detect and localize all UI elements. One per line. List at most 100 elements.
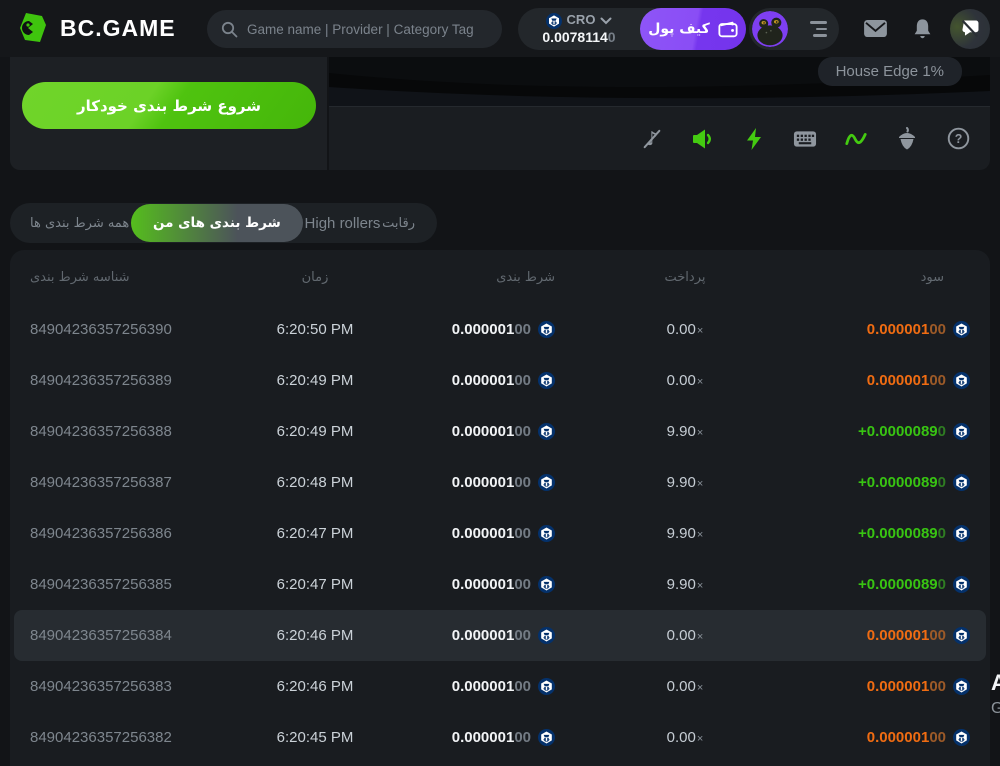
balance-selector[interactable]: CRO 0.00781140 — [518, 13, 640, 45]
bet-id: 84904236357256383 — [30, 678, 245, 695]
chat-support-icon[interactable] — [950, 9, 990, 49]
cro-coin-icon — [538, 576, 555, 593]
bet-id: 84904236357256390 — [30, 321, 245, 338]
table-row[interactable]: 84904236357256389 6:20:49 PM 0.00000100 … — [10, 355, 990, 406]
bet-profit: 0.00000100 — [815, 678, 970, 695]
tab-all-bets[interactable]: همه شرط بندی ها — [30, 216, 129, 231]
bet-time: 6:20:49 PM — [245, 423, 385, 440]
sound-icon[interactable] — [691, 127, 715, 151]
bet-amount: 0.00000100 — [385, 321, 555, 339]
cro-coin-icon — [538, 423, 555, 440]
bet-amount: 0.00000100 — [385, 576, 555, 594]
bet-payout: 9.90× — [555, 423, 815, 440]
bet-profit: +0.00000890 — [815, 423, 970, 440]
cro-coin-icon — [953, 678, 970, 695]
bet-time: 6:20:45 PM — [245, 729, 385, 746]
help-icon[interactable]: ? — [946, 127, 970, 151]
table-row[interactable]: 84904236357256386 6:20:47 PM 0.00000100 … — [10, 508, 990, 559]
bet-profit: +0.00000890 — [815, 525, 970, 542]
bet-id: 84904236357256387 — [30, 474, 245, 491]
bet-profit: 0.00000100 — [815, 372, 970, 389]
bet-id: 84904236357256385 — [30, 576, 245, 593]
bet-time: 6:20:48 PM — [245, 474, 385, 491]
bet-payout: 9.90× — [555, 525, 815, 542]
cro-coin-icon — [953, 372, 970, 389]
turbo-bolt-icon[interactable] — [742, 127, 766, 151]
clipped-overlay-text-g: G — [991, 700, 1000, 718]
menu-icon[interactable] — [810, 21, 827, 37]
table-row[interactable]: 84904236357256390 6:20:50 PM 0.00000100 … — [10, 304, 990, 355]
top-header: BC.GAME Game name | Provider | Category … — [0, 0, 1000, 57]
live-stats-icon[interactable] — [844, 127, 868, 151]
wallet-button[interactable]: کیف پول — [640, 8, 746, 50]
table-row[interactable]: 84904236357256383 6:20:46 PM 0.00000100 … — [10, 661, 990, 712]
cro-coin-icon — [953, 321, 970, 338]
bet-amount: 0.00000100 — [385, 372, 555, 390]
cro-coin-icon — [538, 372, 555, 389]
cro-coin-icon — [538, 678, 555, 695]
cro-coin-icon — [953, 729, 970, 746]
bet-amount: 0.00000100 — [385, 678, 555, 696]
bet-time: 6:20:46 PM — [245, 678, 385, 695]
bet-payout: 0.00× — [555, 321, 815, 338]
bet-id: 84904236357256389 — [30, 372, 245, 389]
table-row[interactable]: 84904236357256385 6:20:47 PM 0.00000100 … — [10, 559, 990, 610]
search-placeholder: Game name | Provider | Category Tag — [247, 22, 474, 37]
bet-payout: 0.00× — [555, 627, 815, 644]
bet-profit: 0.00000100 — [815, 321, 970, 338]
cro-coin-icon — [953, 474, 970, 491]
col-header-bet-id: شناسه شرط بندی — [30, 270, 245, 285]
chevron-down-icon — [600, 17, 612, 25]
cro-coin-icon — [538, 627, 555, 644]
bet-id: 84904236357256386 — [30, 525, 245, 542]
search-input[interactable]: Game name | Provider | Category Tag — [207, 10, 502, 48]
avatar[interactable] — [752, 11, 788, 47]
svg-text:?: ? — [954, 132, 962, 146]
cro-coin-icon — [546, 13, 562, 29]
table-row[interactable]: 84904236357256388 6:20:49 PM 0.00000100 … — [10, 406, 990, 457]
table-row[interactable]: 84904236357256382 6:20:45 PM 0.00000100 … — [10, 712, 990, 763]
currency-code: CRO — [567, 13, 596, 28]
logo-text: BC.GAME — [60, 15, 176, 42]
bets-table: شناسه شرط بندی زمان شرط بندی پرداخت سود … — [10, 250, 990, 766]
search-icon — [221, 21, 238, 38]
tab-high-rollers[interactable]: High rollers — [305, 215, 381, 232]
tab-my-bets[interactable]: شرط بندی های من — [131, 204, 303, 242]
bell-icon[interactable] — [912, 0, 933, 57]
bet-profit: 0.00000100 — [815, 627, 970, 644]
bet-profit: +0.00000890 — [815, 576, 970, 593]
bet-amount: 0.00000100 — [385, 474, 555, 492]
bets-tab-bar: همه شرط بندی ها شرط بندی های من High rol… — [10, 203, 437, 243]
bet-amount: 0.00000100 — [385, 627, 555, 645]
bet-time: 6:20:47 PM — [245, 576, 385, 593]
cro-coin-icon — [538, 729, 555, 746]
bet-time: 6:20:46 PM — [245, 627, 385, 644]
bet-payout: 0.00× — [555, 729, 815, 746]
bet-time: 6:20:50 PM — [245, 321, 385, 338]
bet-amount: 0.00000100 — [385, 525, 555, 543]
table-header-row: شناسه شرط بندی زمان شرط بندی پرداخت سود — [10, 250, 990, 304]
game-canvas-area: House Edge 1% ♪ — [329, 57, 990, 170]
start-autobet-button[interactable]: شروع شرط بندی خودکار — [22, 82, 316, 129]
bcgame-logo-icon — [16, 11, 50, 45]
music-off-icon[interactable]: ♪ — [640, 127, 664, 151]
bcgame-logo[interactable]: BC.GAME — [16, 11, 176, 45]
bet-payout: 0.00× — [555, 372, 815, 389]
wallet-icon — [718, 21, 738, 38]
bet-time: 6:20:47 PM — [245, 525, 385, 542]
bet-payout: 0.00× — [555, 678, 815, 695]
hotkeys-keyboard-icon[interactable] — [793, 127, 817, 151]
bet-amount: 0.00000100 — [385, 729, 555, 747]
bet-control-panel: شروع شرط بندی خودکار — [10, 57, 327, 170]
bet-id: 84904236357256384 — [30, 627, 245, 644]
table-row[interactable]: 84904236357256387 6:20:48 PM 0.00000100 … — [10, 457, 990, 508]
profile-pill — [749, 8, 839, 50]
tab-competition[interactable]: رقابت — [382, 216, 415, 231]
cro-coin-icon — [953, 576, 970, 593]
wallet-group: CRO 0.00781140 کیف پول — [518, 8, 746, 50]
mail-icon[interactable] — [863, 0, 888, 57]
bet-profit: 0.00000100 — [815, 729, 970, 746]
table-row[interactable]: 84904236357256384 6:20:46 PM 0.00000100 … — [14, 610, 986, 661]
seed-acorn-icon[interactable] — [895, 127, 919, 151]
cro-coin-icon — [538, 474, 555, 491]
